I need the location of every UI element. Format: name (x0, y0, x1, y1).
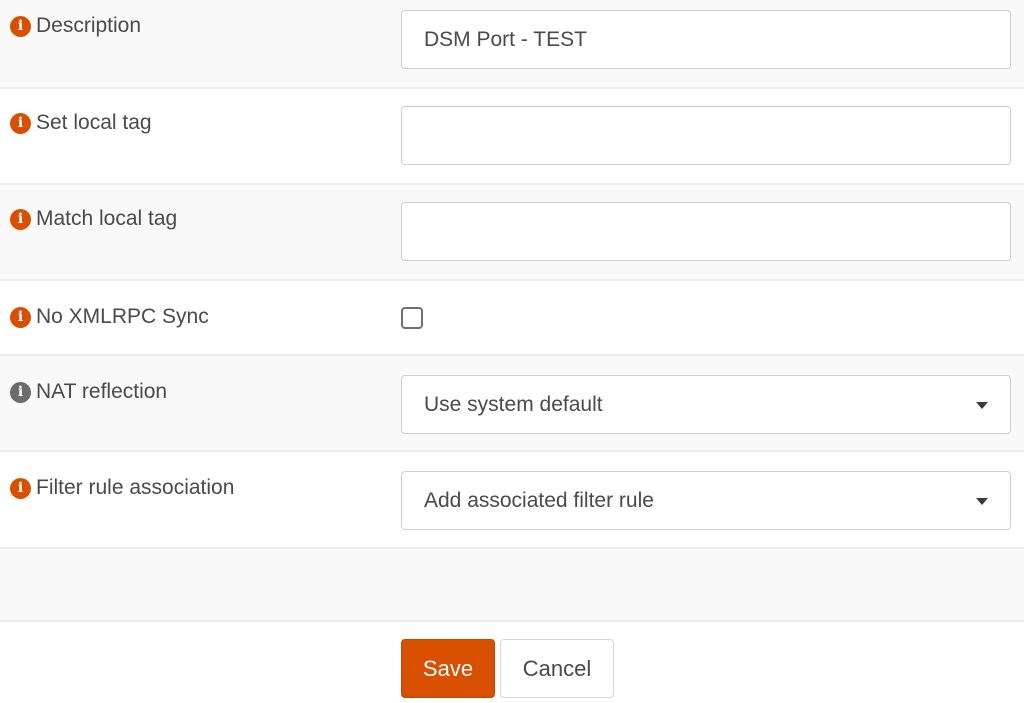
match-local-tag-input[interactable] (401, 202, 1011, 261)
row-set-local-tag: i Set local tag (0, 89, 1024, 185)
set-local-tag-label: i Set local tag (10, 111, 152, 135)
info-icon[interactable]: i (10, 112, 31, 134)
nat-reflection-label: i NAT reflection (10, 380, 167, 404)
spacer-row (0, 549, 1024, 622)
match-local-tag-label-text: Match local tag (36, 207, 178, 230)
info-icon[interactable]: i (10, 208, 31, 230)
set-local-tag-label-text: Set local tag (36, 111, 152, 134)
info-icon[interactable]: i (10, 15, 31, 37)
no-xmlrpc-sync-label-text: No XMLRPC Sync (36, 305, 209, 328)
description-label-text: Description (36, 14, 142, 37)
filter-rule-association-label-text: Filter rule association (36, 476, 235, 499)
caret-down-icon (976, 401, 988, 409)
row-no-xmlrpc-sync: i No XMLRPC Sync (0, 281, 1024, 356)
filter-rule-association-select[interactable]: Add associated filter rule (401, 471, 1011, 530)
row-filter-rule-association: i Filter rule association Add associated… (0, 452, 1024, 549)
info-icon[interactable]: i (10, 381, 31, 403)
set-local-tag-input[interactable] (401, 106, 1011, 165)
filter-rule-association-label: i Filter rule association (10, 476, 234, 500)
caret-down-icon (976, 497, 988, 505)
description-input[interactable] (401, 10, 1011, 69)
row-nat-reflection: i NAT reflection Use system default (0, 356, 1024, 452)
no-xmlrpc-sync-checkbox[interactable] (401, 307, 423, 329)
save-button[interactable]: Save (401, 639, 495, 698)
nat-reflection-label-text: NAT reflection (36, 380, 168, 403)
no-xmlrpc-sync-label: i No XMLRPC Sync (10, 305, 209, 329)
row-description: i Description (0, 0, 1024, 89)
info-icon[interactable]: i (10, 306, 31, 328)
filter-rule-association-selected-value: Add associated filter rule (424, 488, 654, 512)
nat-reflection-selected-value: Use system default (424, 392, 603, 416)
row-match-local-tag: i Match local tag (0, 185, 1024, 281)
description-label: i Description (10, 14, 141, 38)
info-icon[interactable]: i (10, 477, 31, 499)
match-local-tag-label: i Match local tag (10, 207, 177, 231)
cancel-button[interactable]: Cancel (500, 639, 614, 698)
nat-reflection-select[interactable]: Use system default (401, 375, 1011, 434)
